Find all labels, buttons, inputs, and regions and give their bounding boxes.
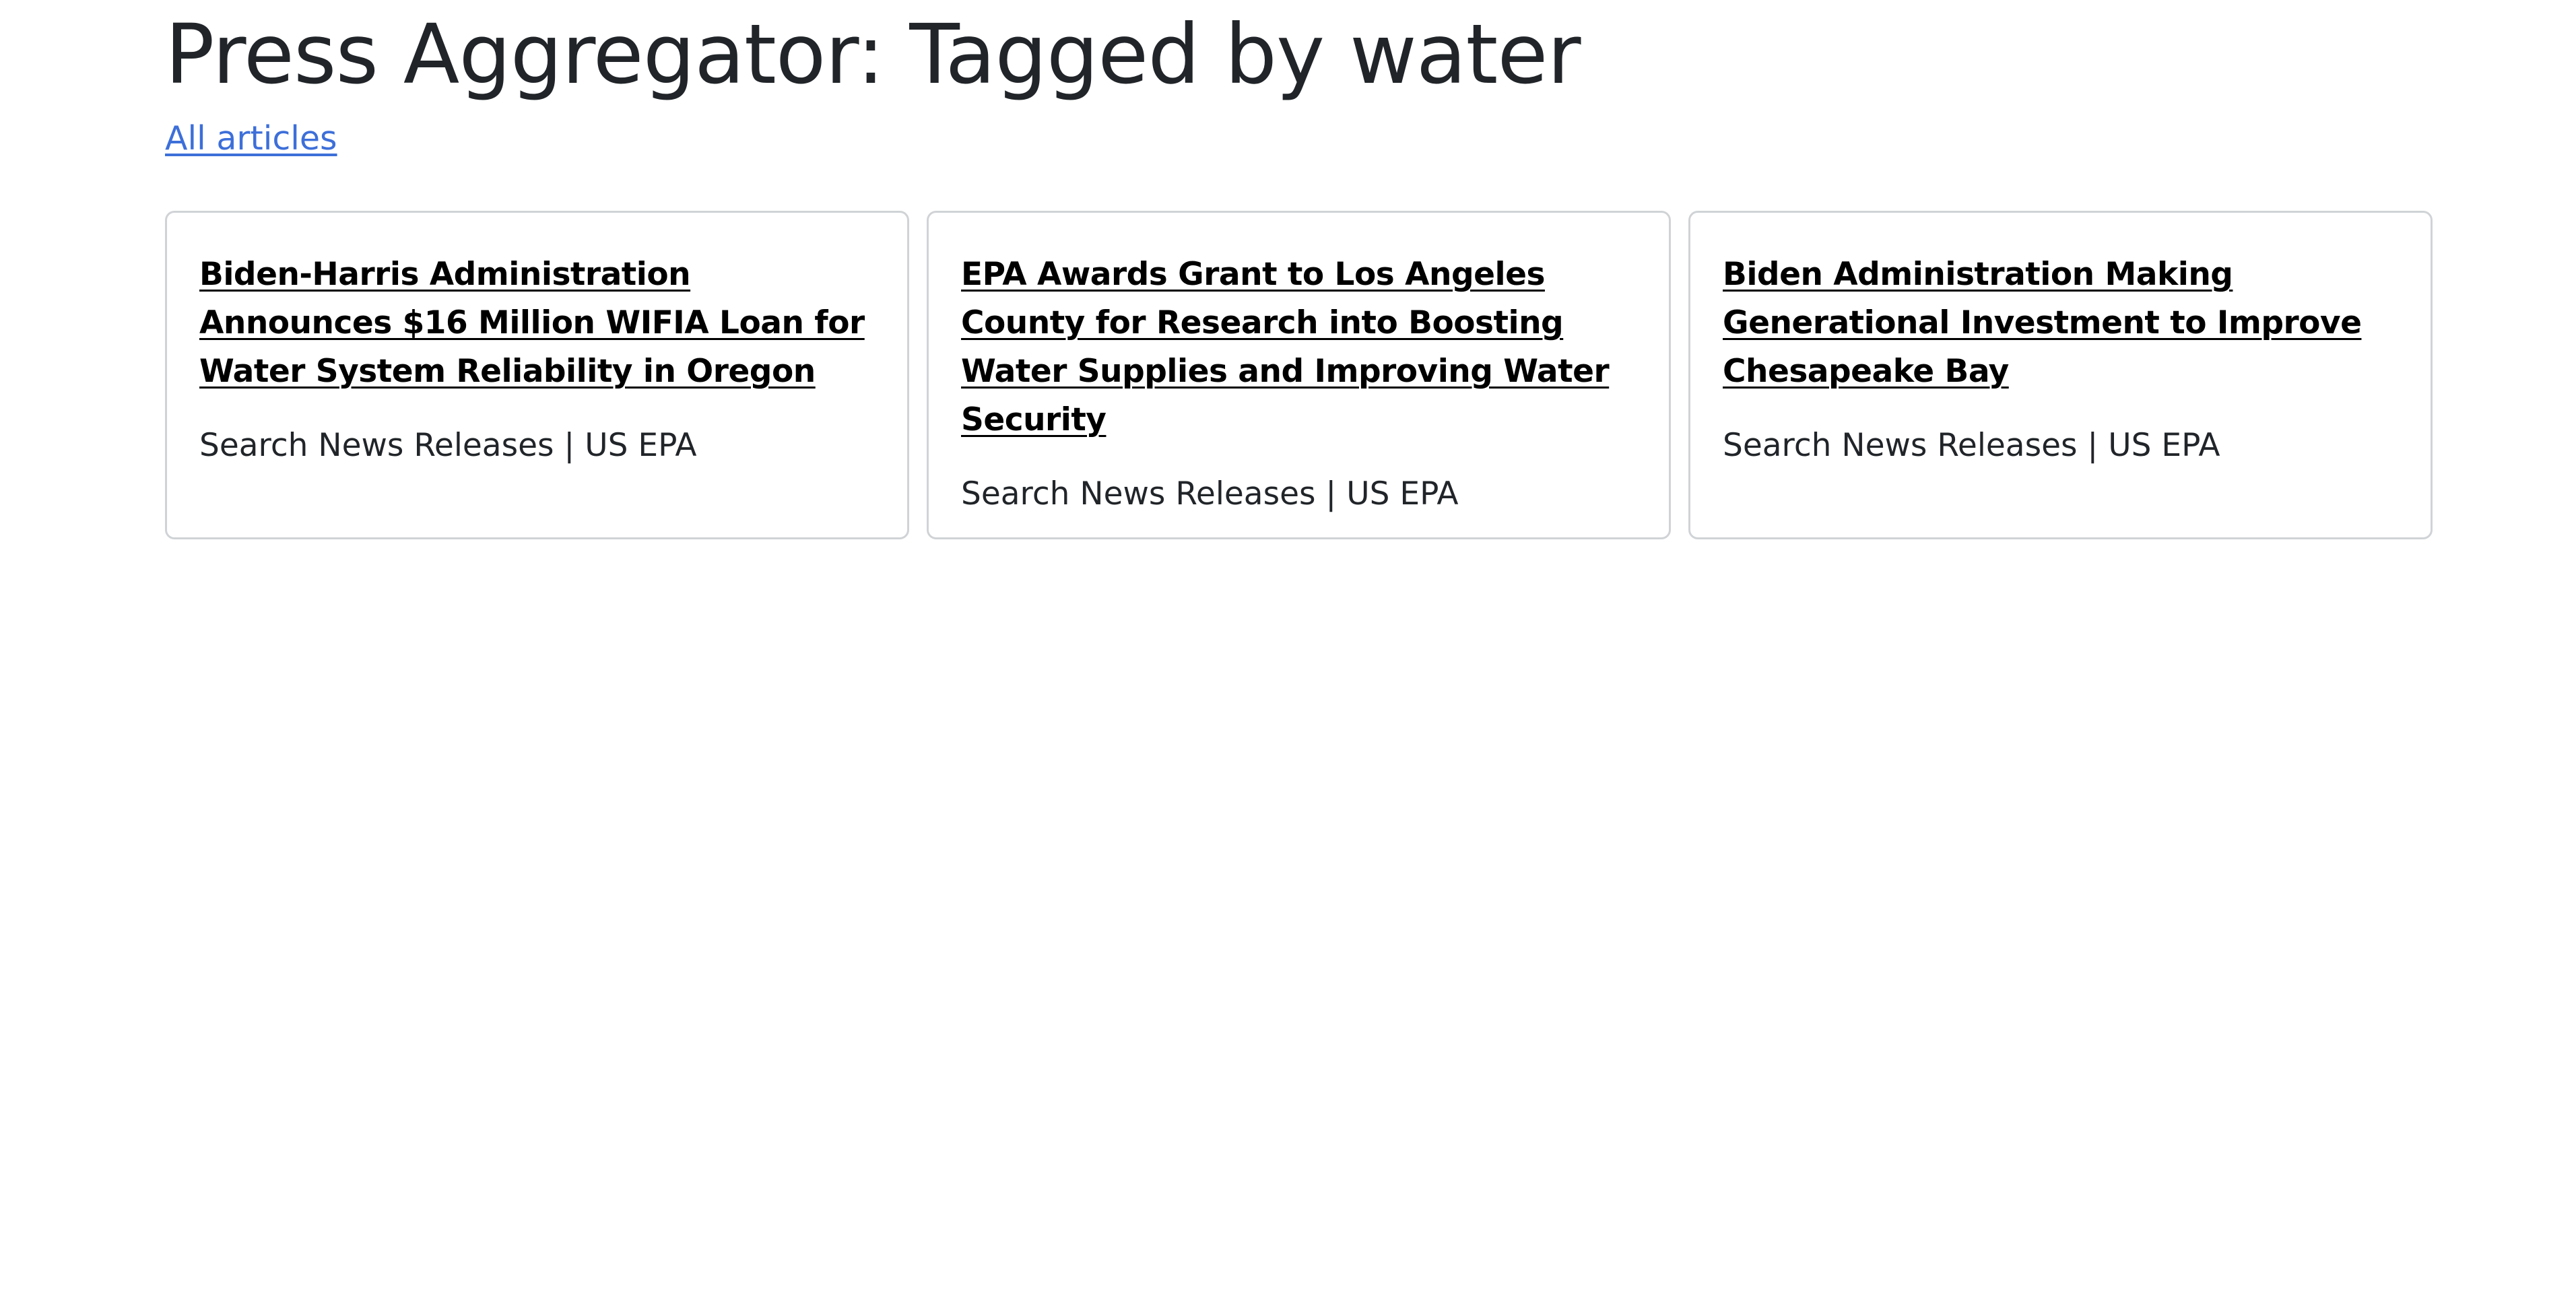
article-title-link[interactable]: EPA Awards Grant to Los Angeles County f… <box>961 256 1610 438</box>
article-source: Search News Releases | US EPA <box>961 475 1459 512</box>
article-card-list: Biden-Harris Administration Announces $1… <box>165 211 2433 539</box>
article-card: EPA Awards Grant to Los Angeles County f… <box>927 211 1671 539</box>
article-title-link[interactable]: Biden Administration Making Generational… <box>1723 256 2362 390</box>
article-card: Biden Administration Making Generational… <box>1688 211 2433 539</box>
article-title-link[interactable]: Biden-Harris Administration Announces $1… <box>199 256 865 390</box>
page-container: Press Aggregator: Tagged by water All ar… <box>165 0 2435 539</box>
page-title: Press Aggregator: Tagged by water <box>165 7 1581 102</box>
article-card: Biden-Harris Administration Announces $1… <box>165 211 909 539</box>
article-source: Search News Releases | US EPA <box>1723 427 2220 464</box>
article-source: Search News Releases | US EPA <box>199 427 697 464</box>
all-articles-link[interactable]: All articles <box>165 119 337 159</box>
